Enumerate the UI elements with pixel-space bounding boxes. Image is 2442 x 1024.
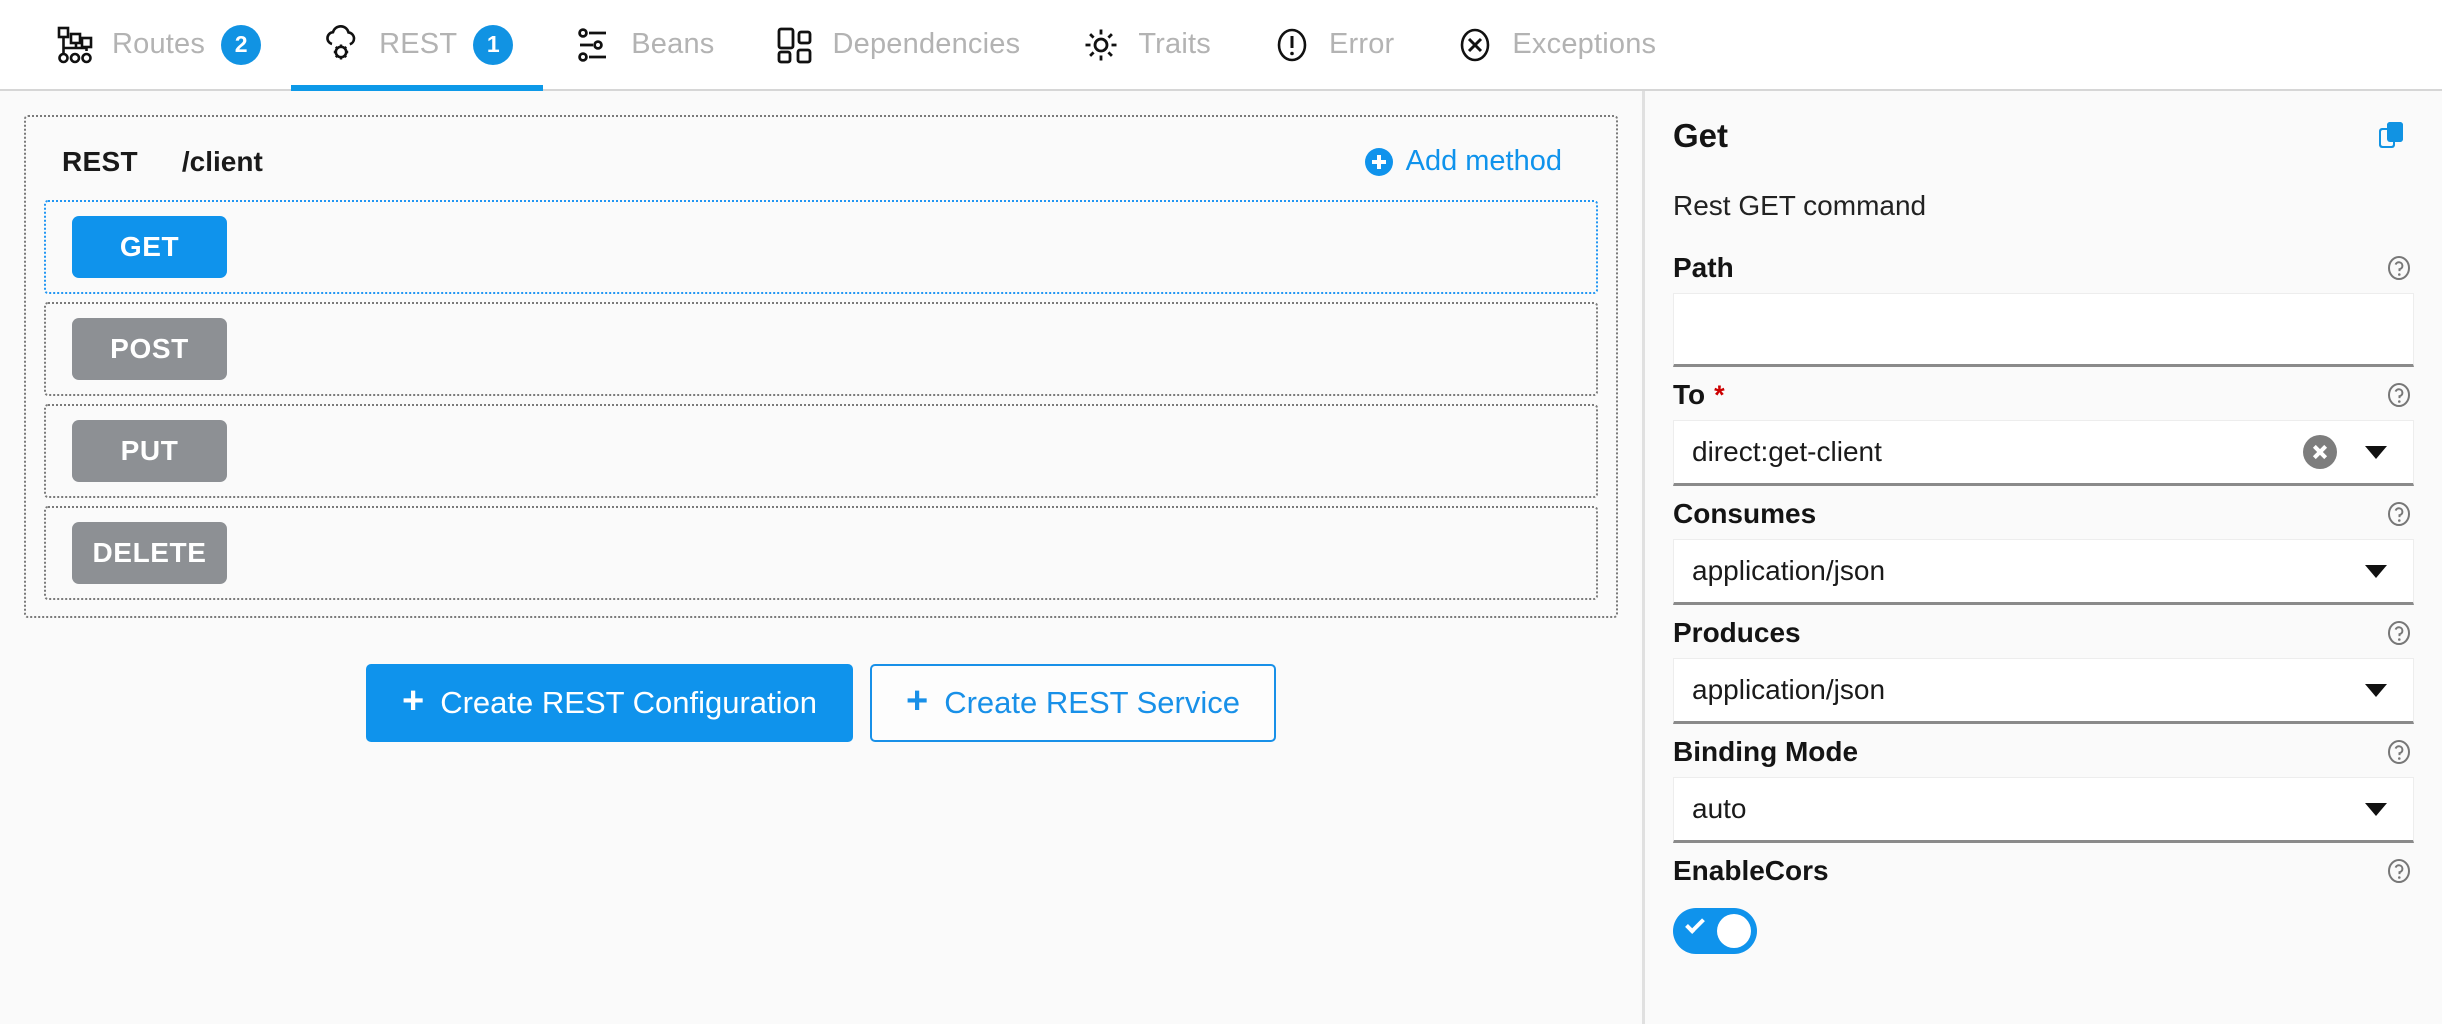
- create-button-row: + Create REST Configuration + Create RES…: [24, 664, 1618, 742]
- tab-dependencies[interactable]: Dependencies: [744, 0, 1050, 89]
- field-produces: Produces application/json: [1673, 609, 2414, 724]
- tab-routes[interactable]: Routes 2: [24, 0, 291, 89]
- method-row-delete[interactable]: DELETE: [44, 506, 1598, 600]
- plus-icon: +: [906, 682, 928, 720]
- field-consumes-label-row: Consumes: [1673, 490, 2414, 539]
- help-icon[interactable]: [2384, 499, 2414, 529]
- rest-kind-label: REST: [62, 146, 138, 178]
- error-exclamation-icon: [1271, 24, 1313, 66]
- field-consumes: Consumes application/json: [1673, 490, 2414, 605]
- check-icon: [1685, 914, 1705, 934]
- field-binding-mode: Binding Mode auto: [1673, 728, 2414, 843]
- tab-exceptions[interactable]: Exceptions: [1424, 0, 1686, 89]
- rest-header: REST /client Add method: [42, 131, 1600, 200]
- field-path-label: Path: [1673, 252, 1734, 284]
- to-combobox-value: direct:get-client: [1692, 436, 2303, 468]
- field-to-label: To: [1673, 379, 1705, 411]
- properties-panel: Get Rest GET command Path: [1645, 91, 2442, 1024]
- tab-routes-badge: 2: [221, 25, 261, 65]
- tab-error-label: Error: [1329, 28, 1394, 61]
- help-icon[interactable]: [2384, 253, 2414, 283]
- consumes-select-value: application/json: [1692, 555, 2365, 587]
- tab-rest[interactable]: REST 1: [291, 0, 543, 89]
- method-chip-delete[interactable]: DELETE: [72, 522, 227, 584]
- tab-dependencies-label: Dependencies: [832, 28, 1020, 61]
- path-input[interactable]: [1673, 293, 2414, 367]
- chevron-down-icon[interactable]: [2365, 684, 2387, 697]
- add-method-button[interactable]: Add method: [1365, 145, 1580, 178]
- routes-tree-icon: [54, 24, 96, 66]
- tab-routes-label: Routes: [112, 28, 205, 61]
- content-area: REST /client Add method GET POST PUT: [0, 91, 2442, 1024]
- consumes-select[interactable]: application/json: [1673, 539, 2414, 605]
- help-icon[interactable]: [2384, 856, 2414, 886]
- dependencies-blocks-icon: [774, 24, 816, 66]
- tab-exceptions-label: Exceptions: [1512, 28, 1656, 61]
- required-marker: *: [1714, 380, 1725, 411]
- produces-select-value: application/json: [1692, 674, 2365, 706]
- field-enablecors: EnableCors: [1673, 847, 2414, 954]
- method-row-get[interactable]: GET: [44, 200, 1598, 294]
- rest-path-label: /client: [182, 146, 263, 178]
- exceptions-x-circle-icon: [1454, 24, 1496, 66]
- field-consumes-label: Consumes: [1673, 498, 1816, 530]
- beans-sliders-icon: [573, 24, 615, 66]
- tab-error[interactable]: Error: [1241, 0, 1424, 89]
- tab-beans[interactable]: Beans: [543, 0, 744, 89]
- method-row-post[interactable]: POST: [44, 302, 1598, 396]
- enablecors-toggle[interactable]: [1673, 908, 1757, 954]
- tab-traits[interactable]: Traits: [1050, 0, 1241, 89]
- field-binding-mode-label: Binding Mode: [1673, 736, 1858, 768]
- method-row-put[interactable]: PUT: [44, 404, 1598, 498]
- rest-canvas: REST /client Add method GET POST PUT: [0, 91, 1645, 1024]
- panel-header: Get: [1673, 117, 2414, 158]
- create-rest-service-button[interactable]: + Create REST Service: [870, 664, 1276, 742]
- help-icon[interactable]: [2384, 618, 2414, 648]
- toggle-knob: [1717, 914, 1751, 948]
- method-list: GET POST PUT DELETE: [42, 200, 1600, 600]
- field-enablecors-label-row: EnableCors: [1673, 847, 2414, 896]
- binding-mode-select-value: auto: [1692, 793, 2365, 825]
- plus-icon: +: [402, 682, 424, 720]
- field-path: Path: [1673, 244, 2414, 367]
- copy-icon[interactable]: [2376, 117, 2414, 158]
- field-path-label-row: Path: [1673, 244, 2414, 293]
- traits-gear-icon: [1080, 24, 1122, 66]
- tab-traits-label: Traits: [1138, 28, 1211, 61]
- add-method-label: Add method: [1406, 145, 1562, 178]
- field-to-label-row: To *: [1673, 371, 2414, 420]
- method-chip-post[interactable]: POST: [72, 318, 227, 380]
- to-combobox[interactable]: direct:get-client: [1673, 420, 2414, 486]
- main-tab-bar: Routes 2 REST 1 Beans: [0, 0, 2442, 91]
- help-icon[interactable]: [2384, 380, 2414, 410]
- binding-mode-select[interactable]: auto: [1673, 777, 2414, 843]
- panel-title: Get: [1673, 117, 1728, 155]
- field-produces-label-row: Produces: [1673, 609, 2414, 658]
- create-rest-service-label: Create REST Service: [944, 685, 1240, 721]
- produces-select[interactable]: application/json: [1673, 658, 2414, 724]
- help-icon[interactable]: [2384, 737, 2414, 767]
- field-binding-mode-label-row: Binding Mode: [1673, 728, 2414, 777]
- field-produces-label: Produces: [1673, 617, 1801, 649]
- plus-circle-icon: [1365, 148, 1393, 176]
- rest-container: REST /client Add method GET POST PUT: [24, 115, 1618, 618]
- create-rest-configuration-label: Create REST Configuration: [440, 685, 817, 721]
- clear-icon[interactable]: [2303, 435, 2337, 469]
- tab-rest-badge: 1: [473, 25, 513, 65]
- panel-subtitle: Rest GET command: [1673, 190, 2414, 222]
- rest-cloud-gear-icon: [321, 24, 363, 66]
- method-chip-get[interactable]: GET: [72, 216, 227, 278]
- chevron-down-icon[interactable]: [2365, 446, 2387, 459]
- chevron-down-icon[interactable]: [2365, 565, 2387, 578]
- tab-rest-label: REST: [379, 28, 457, 61]
- tab-beans-label: Beans: [631, 28, 714, 61]
- field-enablecors-label: EnableCors: [1673, 855, 1829, 887]
- method-chip-put[interactable]: PUT: [72, 420, 227, 482]
- create-rest-configuration-button[interactable]: + Create REST Configuration: [366, 664, 853, 742]
- chevron-down-icon[interactable]: [2365, 803, 2387, 816]
- field-to: To * direct:get-client: [1673, 371, 2414, 486]
